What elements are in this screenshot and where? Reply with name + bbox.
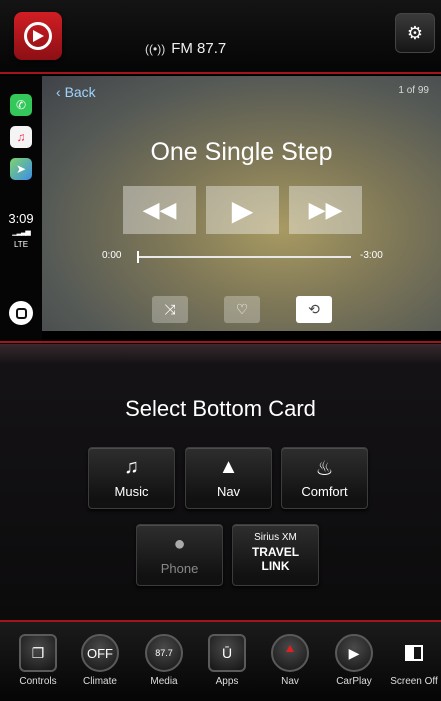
- carplay-home-button[interactable]: [9, 301, 33, 325]
- radio-status[interactable]: ((•)) FM 87.7: [145, 40, 226, 57]
- nav-arrow-icon: ▲: [218, 456, 239, 478]
- comfort-card-label: Comfort: [301, 484, 348, 499]
- play-button[interactable]: ▶: [206, 186, 279, 234]
- dock-nav[interactable]: Nav: [260, 634, 320, 687]
- maps-app-icon[interactable]: ➤: [10, 158, 32, 180]
- rewind-icon: ◀◀: [142, 197, 177, 222]
- dock-screen-off[interactable]: Screen Off: [384, 634, 441, 687]
- now-playing-panel: ‹ Back 1 of 99 One Single Step ◀◀ ▶ ▶▶ 0…: [42, 76, 441, 331]
- heart-icon: ♡: [235, 301, 249, 317]
- dock-climate-label: Climate: [83, 676, 117, 687]
- dock-controls[interactable]: ❐ Controls: [8, 634, 68, 687]
- panel-glow: [0, 344, 441, 364]
- gear-icon: ⚙: [406, 22, 424, 43]
- screen-off-icon: [395, 634, 433, 672]
- apps-icon: Ū: [208, 634, 246, 672]
- phone-card-label: Phone: [160, 561, 199, 576]
- signal-bars-icon: ▁▂▃▅: [12, 229, 31, 236]
- settings-button[interactable]: ⚙: [395, 13, 435, 53]
- dock-media-label: Media: [150, 676, 178, 687]
- media-icon: 87.7: [145, 634, 183, 672]
- carplay-icon: ▶: [335, 634, 373, 672]
- uconnect-logo-button[interactable]: [14, 12, 62, 60]
- dock-screen-off-label: Screen Off: [390, 676, 438, 687]
- shuffle-icon: ⤨: [164, 301, 176, 317]
- middle-divider: [0, 341, 441, 343]
- nav-card-button[interactable]: ▲ Nav: [185, 447, 272, 509]
- dock-apps[interactable]: Ū Apps: [197, 634, 257, 687]
- radio-station-label: FM 87.7: [171, 40, 227, 57]
- music-card-button[interactable]: ♫ Music: [88, 447, 175, 509]
- travel-label: TRAVEL: [251, 545, 300, 559]
- nav-card-label: Nav: [216, 484, 241, 499]
- siriusxm-travel-link-card-button[interactable]: Sirius XM TRAVEL LINK: [232, 524, 319, 586]
- track-title: One Single Step: [150, 138, 333, 166]
- music-app-icon[interactable]: ♫: [10, 126, 32, 148]
- top-divider: [0, 72, 441, 74]
- bottom-dock: ❐ Controls OFF Climate 87.7 Media Ū Apps…: [0, 622, 441, 701]
- fast-forward-icon: ▶▶: [308, 197, 343, 222]
- clock: 3:09: [8, 211, 34, 226]
- music-note-icon: ♫: [124, 456, 139, 478]
- dock-media[interactable]: 87.7 Media: [134, 634, 194, 687]
- repeat-icon: ⟲: [308, 301, 320, 317]
- top-bar: ((•)) FM 87.7 ⚙: [0, 0, 441, 72]
- remaining-time: -3:00: [360, 250, 383, 261]
- chevron-left-icon: ‹: [56, 84, 65, 100]
- comfort-card-button[interactable]: ♨ Comfort: [281, 447, 368, 509]
- progress-knob[interactable]: [137, 251, 139, 263]
- fast-forward-button[interactable]: ▶▶: [289, 186, 362, 234]
- heated-seat-icon: ♨: [315, 458, 334, 480]
- person-icon: ●: [173, 533, 186, 555]
- music-card-label: Music: [114, 484, 149, 499]
- play-logo-icon: [33, 30, 44, 42]
- select-card-title: Select Bottom Card: [125, 396, 316, 421]
- dock-carplay-label: CarPlay: [336, 676, 372, 687]
- track-counter: 1 of 99: [398, 85, 429, 96]
- back-button[interactable]: ‹ Back: [56, 84, 96, 100]
- phone-card-button[interactable]: ● Phone: [136, 524, 223, 586]
- dock-climate[interactable]: OFF Climate: [70, 634, 130, 687]
- back-label: Back: [64, 84, 96, 100]
- compass-icon: [271, 634, 309, 672]
- controls-icon: ❐: [19, 634, 57, 672]
- dock-apps-label: Apps: [215, 676, 239, 687]
- carplay-sidebar: ✆ ♫ ➤ 3:09 ▁▂▃▅ LTE: [0, 76, 42, 344]
- antenna-icon: ((•)): [145, 41, 166, 56]
- shuffle-button[interactable]: ⤨: [152, 296, 188, 323]
- elapsed-time: 0:00: [102, 250, 122, 261]
- dock-carplay[interactable]: ▶ CarPlay: [324, 634, 384, 687]
- progress-track[interactable]: [137, 256, 351, 258]
- dock-controls-label: Controls: [19, 676, 57, 687]
- rewind-button[interactable]: ◀◀: [123, 186, 196, 234]
- play-icon: ▶: [231, 194, 254, 226]
- network-type: LTE: [13, 240, 29, 249]
- climate-icon: OFF: [81, 634, 119, 672]
- siriusxm-label: Sirius XM: [254, 532, 297, 543]
- link-label: LINK: [261, 559, 290, 573]
- phone-app-icon[interactable]: ✆: [10, 94, 32, 116]
- dock-nav-label: Nav: [281, 676, 299, 687]
- repeat-button[interactable]: ⟲: [296, 296, 332, 323]
- home-square-icon: [15, 307, 27, 319]
- favorite-button[interactable]: ♡: [224, 296, 260, 323]
